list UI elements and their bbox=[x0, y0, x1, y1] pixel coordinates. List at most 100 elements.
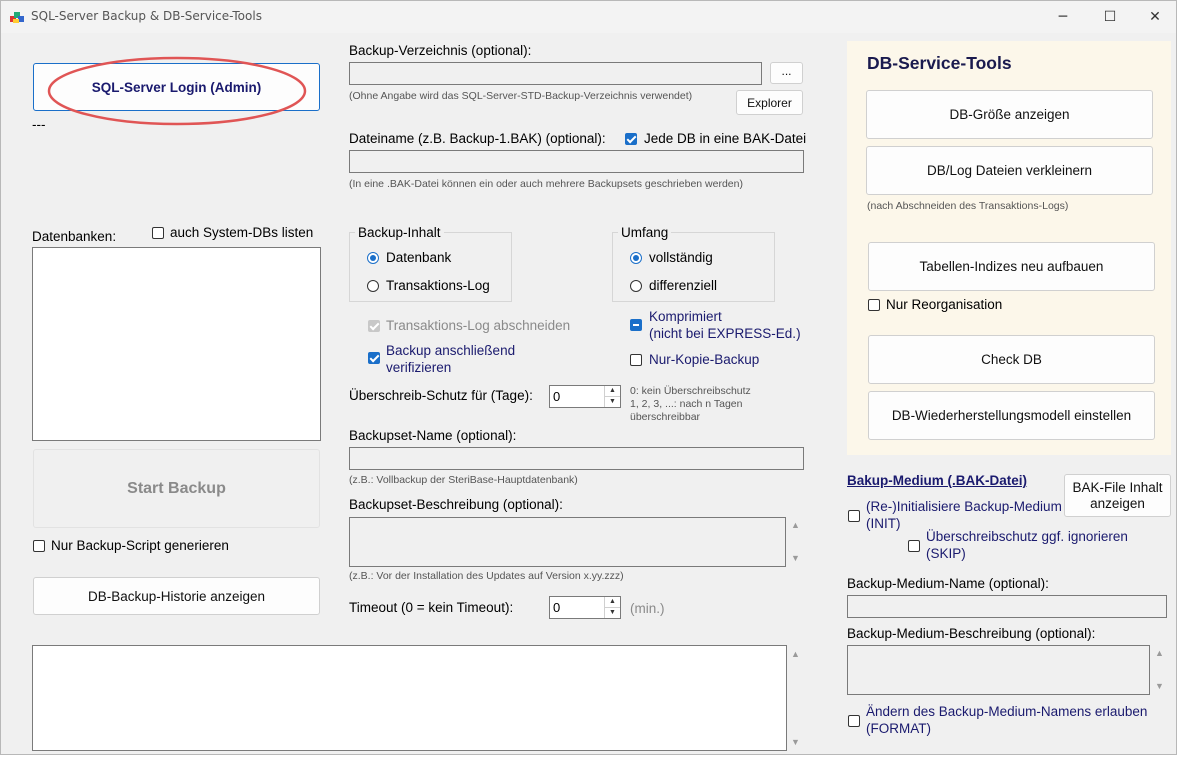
overwrite-hint-line2: 1, 2, 3, ...: nach n Tagen bbox=[630, 398, 743, 410]
desc-scroll-down-icon[interactable]: ▼ bbox=[791, 553, 800, 563]
truncate-log-label: Transaktions-Log abschneiden bbox=[386, 318, 571, 333]
explorer-button[interactable]: Explorer bbox=[736, 90, 803, 115]
format-checkbox[interactable] bbox=[848, 715, 860, 727]
app-window: SQL-Server Backup & DB-Service-Tools ─ ☐… bbox=[0, 0, 1177, 755]
overwrite-hint-line3: überschreibbar bbox=[630, 411, 701, 423]
format-label-line1: Ändern des Backup-Medium-Namens erlauben bbox=[866, 704, 1148, 719]
compress-label-line1: Komprimiert bbox=[649, 309, 722, 324]
content-log-label: Transaktions-Log bbox=[386, 278, 490, 293]
directory-input[interactable] bbox=[349, 62, 762, 85]
log-scroll-up-icon[interactable]: ▲ bbox=[791, 649, 800, 659]
system-dbs-checkbox[interactable] bbox=[152, 227, 164, 239]
content-database-label: Datenbank bbox=[386, 250, 452, 265]
overwrite-hint-line1: 0: kein Überschreibschutz bbox=[630, 385, 751, 397]
timeout-label: Timeout (0 = kein Timeout): bbox=[349, 600, 514, 615]
medium-desc-label: Backup-Medium-Beschreibung (optional): bbox=[847, 626, 1096, 641]
scope-diff-label: differenziell bbox=[649, 278, 718, 293]
databases-label: Datenbanken: bbox=[32, 229, 117, 244]
medium-desc-scroll-down-icon[interactable]: ▼ bbox=[1155, 681, 1164, 691]
databases-listbox[interactable] bbox=[32, 247, 321, 441]
spin-up-icon[interactable]: ▲ bbox=[605, 386, 620, 397]
annotation-ellipse bbox=[47, 56, 307, 126]
overwrite-label: Überschreib-Schutz für (Tage): bbox=[349, 388, 533, 403]
filename-hint: (In eine .BAK-Datei können ein oder auch… bbox=[349, 178, 743, 190]
close-icon[interactable]: ✕ bbox=[1132, 1, 1176, 33]
content-database-radio[interactable] bbox=[367, 252, 379, 264]
compress-label-line2: (nicht bei EXPRESS-Ed.) bbox=[649, 326, 801, 341]
content-log-radio[interactable] bbox=[367, 280, 379, 292]
compress-checkbox[interactable] bbox=[630, 319, 642, 331]
title-bar: SQL-Server Backup & DB-Service-Tools ─ ☐… bbox=[1, 1, 1176, 33]
script-only-label: Nur Backup-Script generieren bbox=[51, 538, 229, 553]
skip-protection-label-line1: Überschreibschutz ggf. ignorieren bbox=[926, 529, 1128, 544]
log-scroll-down-icon[interactable]: ▼ bbox=[791, 737, 800, 747]
directory-label: Backup-Verzeichnis (optional): bbox=[349, 43, 532, 58]
backupset-desc-label: Backupset-Beschreibung (optional): bbox=[349, 497, 563, 512]
copy-only-label: Nur-Kopie-Backup bbox=[649, 352, 760, 367]
one-file-per-db-checkbox[interactable] bbox=[625, 133, 637, 145]
script-only-checkbox[interactable] bbox=[33, 540, 45, 552]
shrink-hint: (nach Abschneiden des Transaktions-Logs) bbox=[867, 200, 1069, 212]
backupset-name-hint: (z.B.: Vollbackup der SteriBase-Hauptdat… bbox=[349, 474, 578, 486]
shrink-files-button[interactable]: DB/Log Dateien verkleinern bbox=[866, 146, 1153, 195]
timeout-unit: (min.) bbox=[630, 601, 665, 616]
init-medium-label-line1: (Re-)Initialisiere Backup-Medium bbox=[866, 499, 1062, 514]
timeout-spinner[interactable]: 0 ▲ ▼ bbox=[549, 596, 621, 619]
spin-up-icon[interactable]: ▲ bbox=[605, 597, 620, 608]
medium-desc-scroll-up-icon[interactable]: ▲ bbox=[1155, 648, 1164, 658]
service-tools-title: DB-Service-Tools bbox=[867, 53, 1012, 73]
db-size-button[interactable]: DB-Größe anzeigen bbox=[866, 90, 1153, 139]
log-output-textbox[interactable] bbox=[32, 645, 787, 751]
reorg-only-label: Nur Reorganisation bbox=[886, 297, 1003, 312]
scope-group-title: Umfang bbox=[618, 225, 672, 240]
maximize-icon[interactable]: ☐ bbox=[1087, 1, 1133, 33]
login-status: --- bbox=[32, 117, 46, 132]
init-medium-label-line2: (INIT) bbox=[866, 516, 901, 531]
bak-file-info-line1: BAK-File Inhalt bbox=[1072, 479, 1163, 495]
verify-checkbox[interactable] bbox=[368, 352, 380, 364]
scope-full-radio[interactable] bbox=[630, 252, 642, 264]
backup-history-button[interactable]: DB-Backup-Historie anzeigen bbox=[33, 577, 320, 615]
recovery-model-button[interactable]: DB-Wiederherstellungsmodell einstellen bbox=[868, 391, 1155, 440]
window-title: SQL-Server Backup & DB-Service-Tools bbox=[31, 9, 262, 23]
desc-scroll-up-icon[interactable]: ▲ bbox=[791, 520, 800, 530]
content-group-title: Backup-Inhalt bbox=[355, 225, 444, 240]
copy-only-checkbox[interactable] bbox=[630, 354, 642, 366]
scope-full-label: vollständig bbox=[649, 250, 713, 265]
rebuild-index-button[interactable]: Tabellen-Indizes neu aufbauen bbox=[868, 242, 1155, 291]
medium-name-input[interactable] bbox=[847, 595, 1167, 618]
directory-hint: (Ohne Angabe wird das SQL-Server-STD-Bac… bbox=[349, 90, 693, 102]
skip-protection-label-line2: (SKIP) bbox=[926, 546, 966, 561]
scope-diff-radio[interactable] bbox=[630, 280, 642, 292]
one-file-per-db-label: Jede DB in eine BAK-Datei bbox=[644, 131, 807, 146]
browse-directory-button[interactable]: ... bbox=[770, 62, 803, 84]
filename-label: Dateiname (z.B. Backup-1.BAK) (optional)… bbox=[349, 131, 606, 146]
init-medium-checkbox[interactable] bbox=[848, 510, 860, 522]
verify-label-line1: Backup anschließend bbox=[386, 343, 516, 358]
backupset-desc-hint: (z.B.: Vor der Installation des Updates … bbox=[349, 570, 624, 582]
timeout-value: 0 bbox=[553, 600, 561, 615]
medium-name-label: Backup-Medium-Name (optional): bbox=[847, 576, 1049, 591]
spin-down-icon[interactable]: ▼ bbox=[605, 397, 620, 408]
start-backup-button[interactable]: Start Backup bbox=[33, 449, 320, 528]
bak-file-info-line2: anzeigen bbox=[1090, 495, 1145, 511]
truncate-log-checkbox[interactable] bbox=[368, 320, 380, 332]
app-icon bbox=[10, 12, 24, 23]
bak-file-info-button[interactable]: BAK-File Inhalt anzeigen bbox=[1064, 474, 1171, 517]
check-db-button[interactable]: Check DB bbox=[868, 335, 1155, 384]
verify-label-line2: verifizieren bbox=[386, 360, 452, 375]
system-dbs-label: auch System-DBs listen bbox=[170, 225, 314, 240]
spin-down-icon[interactable]: ▼ bbox=[605, 608, 620, 619]
format-label-line2: (FORMAT) bbox=[866, 721, 931, 736]
skip-protection-checkbox[interactable] bbox=[908, 540, 920, 552]
backupset-name-input[interactable] bbox=[349, 447, 804, 470]
backupset-name-label: Backupset-Name (optional): bbox=[349, 428, 517, 443]
minimize-icon[interactable]: ─ bbox=[1040, 1, 1086, 33]
medium-desc-input[interactable] bbox=[847, 645, 1150, 695]
backupset-desc-input[interactable] bbox=[349, 517, 786, 567]
medium-title: Bakup-Medium (.BAK-Datei) bbox=[847, 473, 1028, 488]
filename-input[interactable] bbox=[349, 150, 804, 173]
reorg-only-checkbox[interactable] bbox=[868, 299, 880, 311]
overwrite-days-spinner[interactable]: 0 ▲ ▼ bbox=[549, 385, 621, 408]
overwrite-days-value: 0 bbox=[553, 389, 561, 404]
